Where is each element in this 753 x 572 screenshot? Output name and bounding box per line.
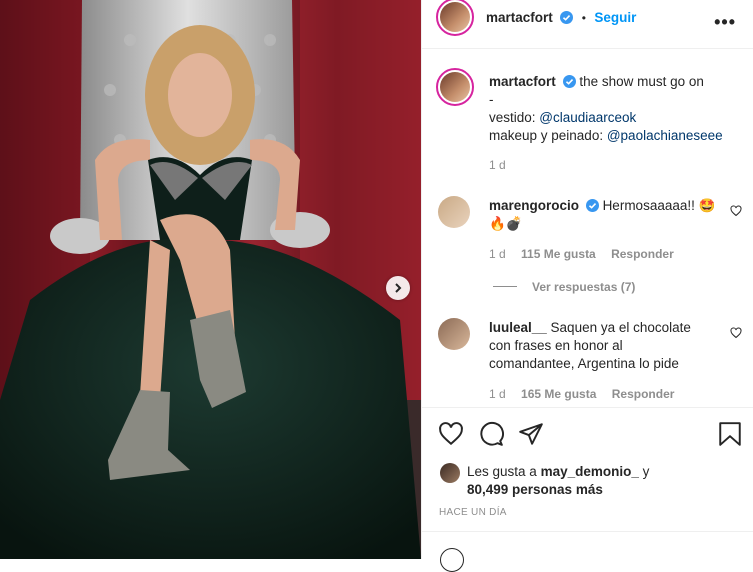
caption-makeup-label: makeup y peinado: bbox=[489, 128, 607, 143]
comment-1-meta: 1 d 115 Me gusta Responder bbox=[489, 247, 674, 261]
makeup-mention-link[interactable]: @paolachianeseee bbox=[607, 128, 723, 143]
caption-dress-label: vestido: bbox=[489, 110, 540, 125]
comment-text: Hermosaaaaa!! 🤩 bbox=[602, 198, 716, 213]
comment-text-line2: con frases en honor al bbox=[489, 338, 623, 353]
replies-divider bbox=[493, 286, 517, 287]
likes-summary: Les gusta a may_demonio_ y 80,499 person… bbox=[467, 463, 737, 499]
reply-button[interactable]: Responder bbox=[611, 247, 674, 261]
actions-divider bbox=[422, 407, 753, 408]
post-photo[interactable] bbox=[0, 0, 421, 559]
view-replies-button[interactable]: Ver respuestas (7) bbox=[532, 280, 635, 294]
verified-icon bbox=[562, 75, 576, 88]
post-header: martacfort • Seguir ••• bbox=[422, 0, 753, 49]
follow-button[interactable]: Seguir bbox=[594, 10, 636, 25]
caption-time[interactable]: 1 d bbox=[489, 158, 506, 172]
comment-1: marengorocio Hermosaaaaa!! 🤩 🔥💣 bbox=[489, 197, 724, 233]
caption-line-dash: - bbox=[489, 92, 494, 107]
author-username[interactable]: martacfort bbox=[486, 10, 553, 25]
share-icon[interactable] bbox=[518, 421, 544, 447]
comment-likes[interactable]: 165 Me gusta bbox=[521, 387, 596, 401]
caption: martacfort the show must go on - vestido… bbox=[489, 73, 739, 145]
post-timestamp[interactable]: HACE UN DÍA bbox=[439, 507, 507, 518]
post-side-panel: martacfort • Seguir ••• martacfort the s… bbox=[421, 0, 753, 572]
next-photo-button[interactable] bbox=[386, 276, 410, 300]
dress-mention-link[interactable]: @claudiaarceok bbox=[539, 110, 636, 125]
comment-box-divider bbox=[422, 531, 753, 532]
commenter-avatar[interactable] bbox=[438, 196, 470, 228]
header-separator: • bbox=[581, 11, 586, 25]
likes-suffix: y bbox=[638, 464, 650, 479]
author-avatar[interactable] bbox=[436, 0, 474, 36]
reply-button[interactable]: Responder bbox=[612, 387, 675, 401]
comment-author[interactable]: marengorocio bbox=[489, 198, 579, 213]
more-options-button[interactable]: ••• bbox=[714, 12, 736, 33]
comment-author[interactable]: luuleal__ bbox=[489, 320, 547, 335]
emoji-icon[interactable] bbox=[440, 548, 464, 572]
caption-avatar[interactable] bbox=[436, 68, 474, 106]
comment-icon[interactable] bbox=[478, 421, 504, 447]
likes-prefix: Les gusta a bbox=[467, 464, 541, 479]
comment-like-heart-icon[interactable] bbox=[730, 327, 742, 339]
heart-icon[interactable] bbox=[438, 421, 464, 447]
comment-like-heart-icon[interactable] bbox=[730, 205, 742, 217]
comment-time[interactable]: 1 d bbox=[489, 247, 506, 261]
comment-time[interactable]: 1 d bbox=[489, 387, 506, 401]
caption-author[interactable]: martacfort bbox=[489, 74, 556, 89]
comment-likes[interactable]: 115 Me gusta bbox=[521, 247, 596, 261]
caption-text: the show must go on bbox=[579, 74, 704, 89]
photo-illustration bbox=[0, 0, 421, 559]
commenter-avatar[interactable] bbox=[438, 318, 470, 350]
likes-count-link[interactable]: 80,499 personas más bbox=[467, 482, 603, 497]
verified-icon bbox=[560, 11, 574, 24]
chevron-right-icon bbox=[395, 283, 402, 293]
comment-2-meta: 1 d 165 Me gusta Responder bbox=[489, 387, 674, 401]
liker-username[interactable]: may_demonio_ bbox=[541, 464, 639, 479]
verified-icon bbox=[585, 199, 599, 212]
comment-text: Saquen ya el chocolate bbox=[550, 320, 691, 335]
liker-avatar[interactable] bbox=[440, 463, 460, 483]
bookmark-icon[interactable] bbox=[718, 421, 742, 447]
comment-text-line2: 🔥💣 bbox=[489, 216, 523, 231]
comment-2: luuleal__ Saquen ya el chocolate con fra… bbox=[489, 319, 724, 373]
comment-text-line3: comandantee, Argentina lo pide bbox=[489, 356, 679, 371]
